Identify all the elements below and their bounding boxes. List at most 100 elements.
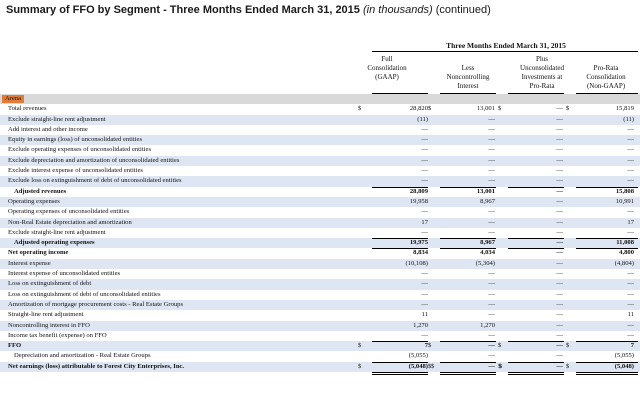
subtotal-rule: [508, 186, 564, 188]
column-header-unconsolidated: Plus Unconsolidated Investments at Pro-R…: [520, 55, 564, 90]
table-row: Interest expense of unconsolidated entit…: [0, 269, 640, 279]
value-cell: —: [488, 115, 495, 123]
row-label: FFO: [8, 342, 22, 350]
value-cell: —: [421, 300, 428, 308]
currency-symbol: $: [358, 105, 362, 113]
table-row: Depreciation and amortization - Real Est…: [0, 351, 640, 361]
value-cell: 1,270: [480, 321, 495, 329]
row-label: Add interest and other income: [8, 125, 88, 133]
total-rule: [440, 372, 496, 376]
row-label: Net operating income: [8, 249, 69, 257]
value-cell: 28,820: [409, 105, 428, 113]
value-cell: (5,048): [408, 362, 428, 370]
subtotal-rule: [372, 186, 428, 188]
subtotal-rule: [576, 238, 638, 240]
value-cell: —: [556, 218, 563, 226]
period-header: Three Months Ended March 31, 2015: [446, 41, 566, 50]
table-row: Add interest and other income — — — —: [0, 125, 640, 135]
value-cell: —: [627, 125, 634, 133]
value-cell: —: [488, 280, 495, 288]
value-cell: (5,304): [475, 259, 495, 267]
currency-symbol: $: [358, 362, 362, 370]
value-cell: —: [488, 342, 495, 350]
value-cell: 19,958: [409, 197, 428, 205]
subtotal-rule: [576, 361, 638, 363]
value-cell: —: [488, 290, 495, 298]
period-rule: [372, 51, 638, 52]
value-cell: —: [556, 146, 563, 154]
table-row: FFO 7— —7 $ $ $ $: [0, 341, 640, 352]
report-title-suffix: (continued): [435, 4, 491, 16]
value-cell: —: [627, 321, 634, 329]
subtotal-rule: [508, 248, 564, 250]
table-row: Amortization of mortgage procurement cos…: [0, 299, 640, 311]
row-label: Exclude straight-line rent adjustment: [8, 228, 106, 236]
value-cell: —: [556, 259, 563, 267]
currency-symbol: $: [499, 362, 503, 370]
table-row: Exclude operating expenses of unconsolid…: [0, 145, 640, 155]
value-cell: (11): [417, 115, 428, 123]
value-cell: —: [556, 270, 563, 278]
currency-symbol: $: [566, 105, 570, 113]
value-cell: —: [421, 146, 428, 154]
value-cell: —: [421, 270, 428, 278]
report-title: Summary of FFO by Segment - Three Months…: [6, 4, 491, 16]
value-cell: —: [556, 239, 563, 247]
table-row: Straight-line rent adjustment 11 — — 11: [0, 310, 640, 320]
value-cell: —: [421, 208, 428, 216]
table-row: Exclude interest expense of unconsolidat…: [0, 166, 640, 176]
value-cell: —: [556, 105, 563, 113]
value-cell: 8,834: [413, 249, 428, 257]
value-cell: (4,804): [614, 259, 634, 267]
value-cell: —: [556, 290, 563, 298]
currency-symbol: $: [498, 342, 502, 350]
currency-symbol: $: [566, 342, 570, 350]
value-cell: 17: [421, 218, 428, 226]
value-cell: —: [556, 311, 563, 319]
table-row: Exclude straight-line rent adjustment (11…: [0, 114, 640, 125]
value-cell: —: [488, 208, 495, 216]
section-label: Arena: [2, 95, 25, 104]
value-cell: 13,001: [476, 187, 495, 195]
value-cell: —: [627, 228, 634, 236]
column-header-noncontrolling: Less Noncontrolling Interest: [446, 64, 490, 90]
row-label: Exclude operating expenses of unconsolid…: [8, 146, 152, 154]
value-cell: —: [488, 331, 495, 339]
value-cell: (5,055): [614, 352, 634, 360]
value-cell: —: [421, 125, 428, 133]
subtotal-rule: [576, 341, 638, 343]
value-cell: 28,809: [409, 187, 428, 195]
value-cell: 17: [627, 218, 634, 226]
row-label: Loss on extinguishment of debt of uncons…: [8, 290, 161, 298]
subtotal-rule: [576, 248, 638, 250]
subtotal-rule: [372, 341, 428, 343]
value-cell: 4,034: [480, 249, 495, 257]
value-cell: —: [556, 197, 563, 205]
row-label: Adjusted operating expenses: [14, 239, 95, 247]
value-cell: —: [556, 167, 563, 175]
value-cell: —: [421, 280, 428, 288]
value-cell: —: [556, 136, 563, 144]
value-cell: 15,819: [615, 105, 634, 113]
value-cell: (5,048): [614, 362, 634, 370]
value-cell: (10,108): [405, 259, 428, 267]
row-label: Operating expenses: [8, 197, 60, 205]
value-cell: —: [627, 270, 634, 278]
subtotal-rule: [440, 341, 496, 343]
value-cell: —: [488, 362, 495, 370]
value-cell: —: [488, 352, 495, 360]
row-label: Exclude interest expense of unconsolidat…: [8, 167, 143, 175]
final-double-rule: [0, 372, 640, 376]
value-cell: 19,975: [409, 239, 428, 247]
value-cell: —: [488, 228, 495, 236]
row-label: Non-Real Estate depreciation and amortiz…: [8, 218, 132, 226]
value-cell: —: [488, 167, 495, 175]
value-cell: —: [556, 321, 563, 329]
value-cell: —: [627, 167, 634, 175]
row-label: Operating expenses of unconsolidated ent…: [8, 208, 130, 216]
value-cell: —: [421, 331, 428, 339]
value-cell: —: [488, 136, 495, 144]
column-header-full-consolidation: Full Consolidation (GAAP): [367, 55, 407, 81]
value-cell: —: [421, 290, 428, 298]
row-label: Depreciation and amortization - Real Est…: [14, 352, 151, 360]
